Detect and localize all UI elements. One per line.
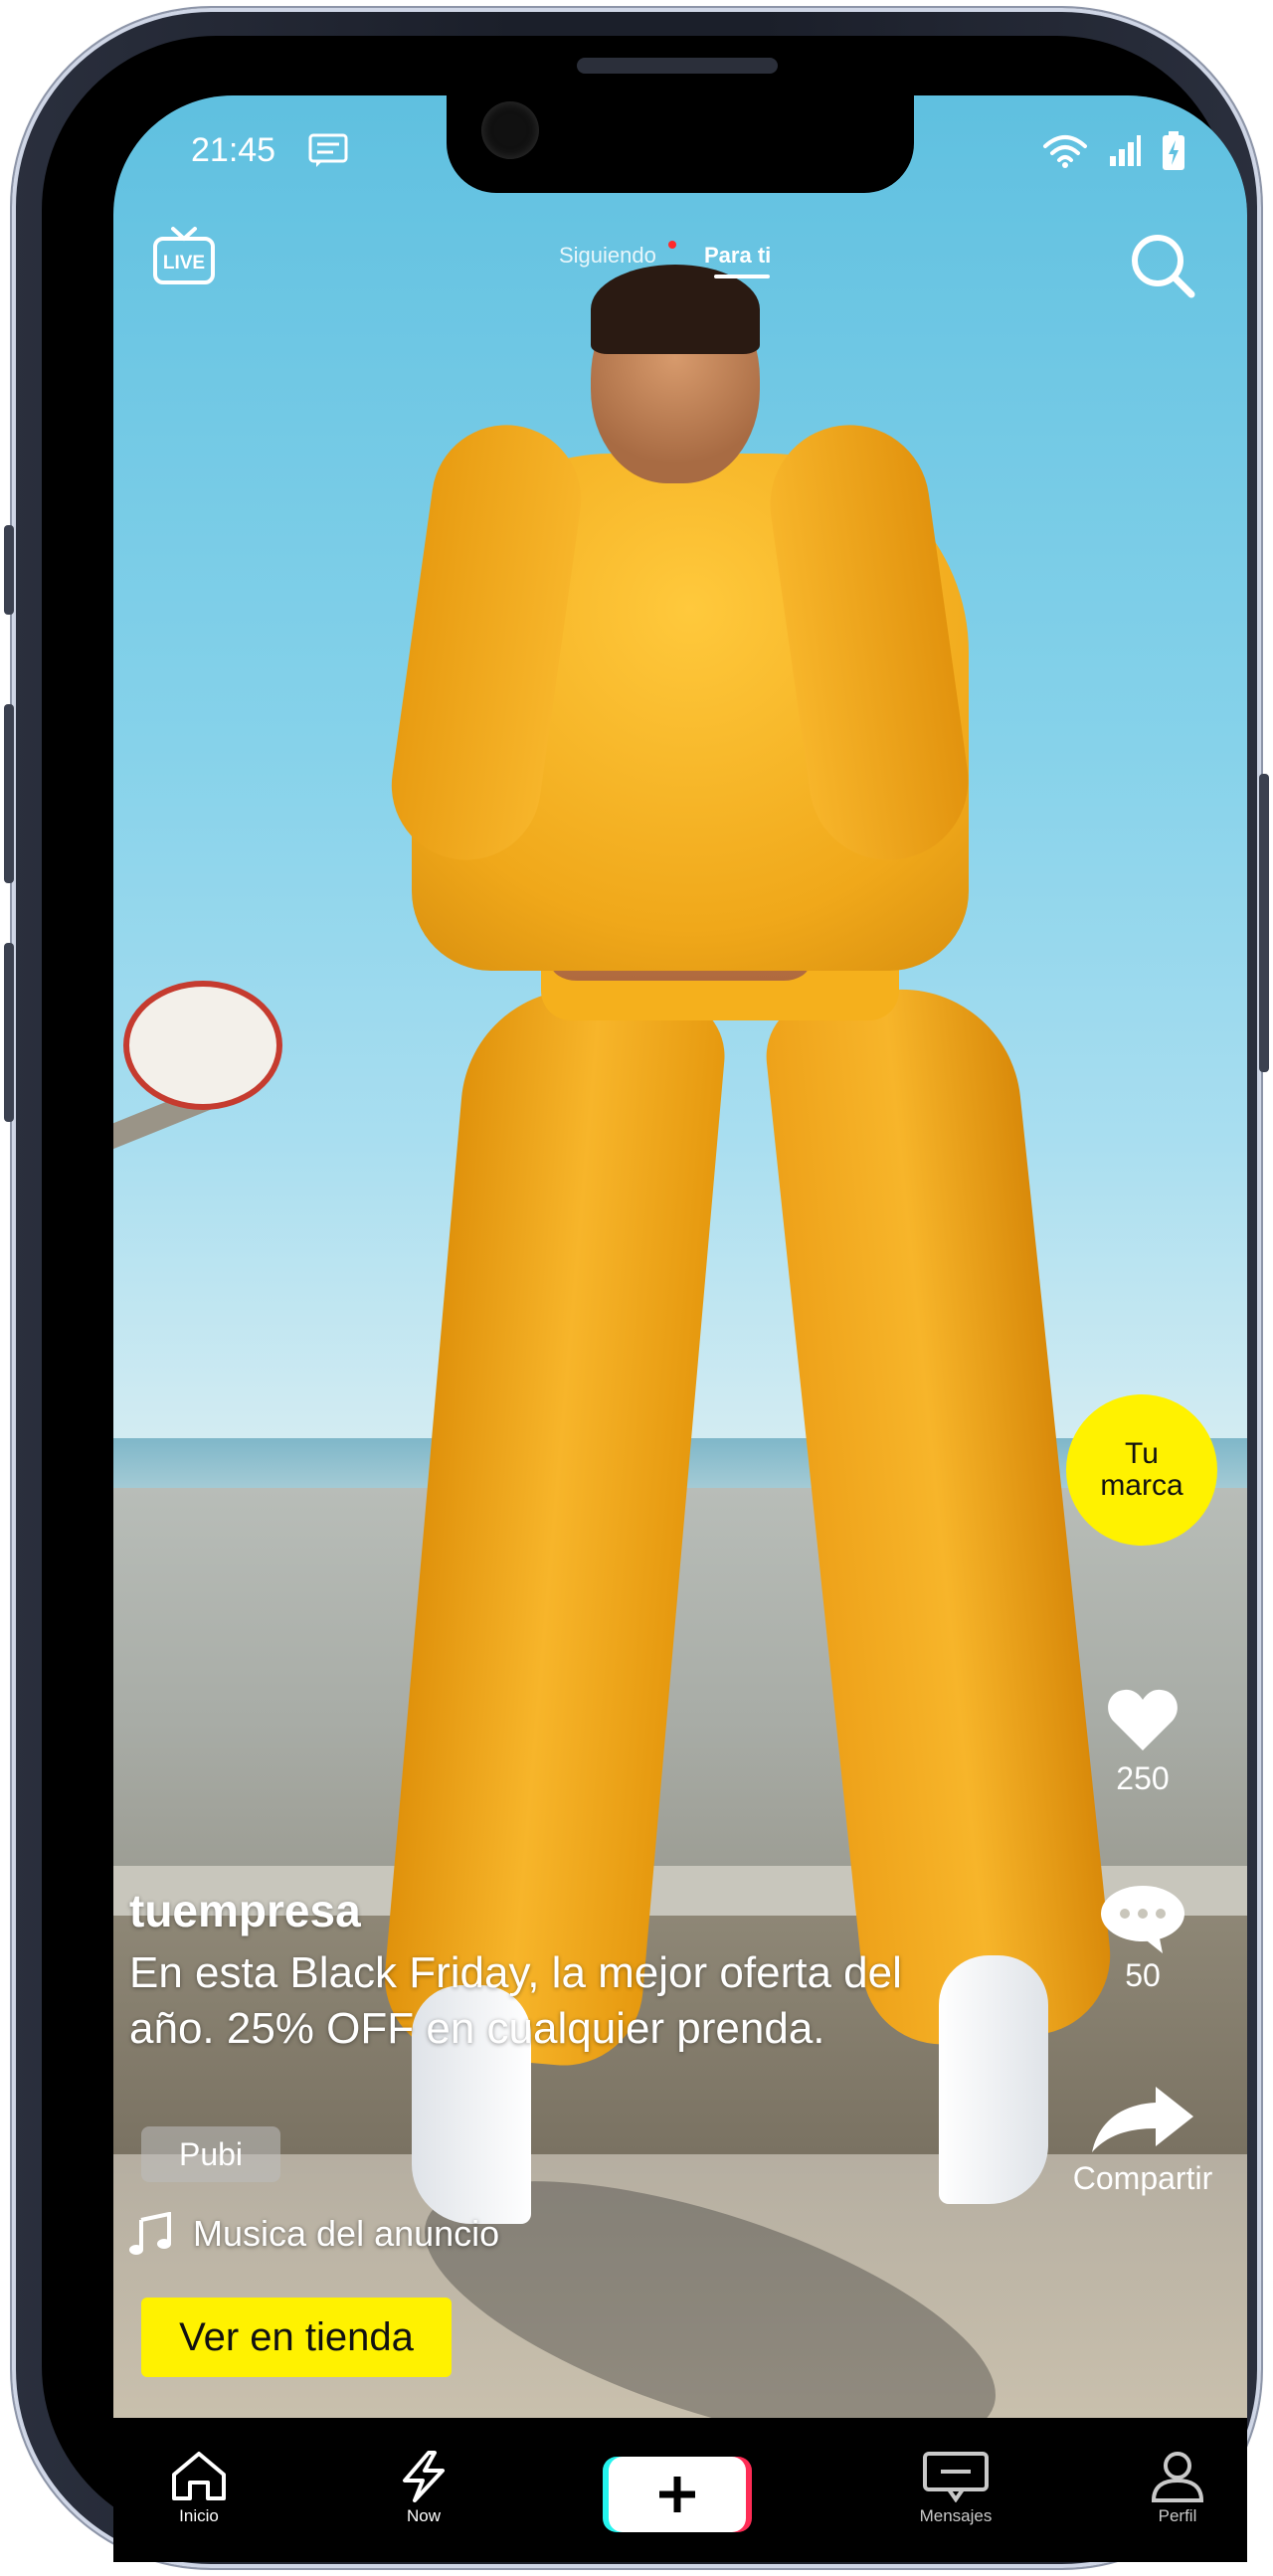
post-username[interactable]: tuempresa xyxy=(129,1884,361,1937)
lightning-icon xyxy=(403,2451,445,2502)
video-feed[interactable] xyxy=(113,95,1247,2418)
active-tab-indicator xyxy=(714,275,770,278)
music-note-icon xyxy=(129,2212,171,2255)
nav-profile-label: Perfil xyxy=(1158,2506,1197,2525)
earpiece-speaker xyxy=(577,58,778,74)
signal-icon xyxy=(1110,135,1141,166)
music-row[interactable]: Musica del anuncio xyxy=(129,2212,499,2256)
brand-avatar-label: Tu marca xyxy=(1100,1437,1183,1502)
nav-profile[interactable]: Perfil xyxy=(1118,2451,1237,2526)
music-title: Musica del anuncio xyxy=(193,2213,500,2254)
ad-tag: Pubi xyxy=(141,2126,280,2182)
like-count: 250 xyxy=(1116,1760,1170,1796)
tab-for-you[interactable]: Para ti xyxy=(704,243,771,269)
create-button[interactable] xyxy=(603,2457,752,2532)
live-tv-icon[interactable]: LIVE xyxy=(151,225,217,290)
power-button xyxy=(1259,774,1269,1072)
nav-messages[interactable]: Mensajes xyxy=(896,2451,1015,2526)
comment-icon xyxy=(1101,1886,1184,1953)
wifi-icon xyxy=(1043,135,1087,168)
volume-down-button xyxy=(4,943,14,1122)
search-icon[interactable] xyxy=(1128,231,1197,300)
nav-now-label: Now xyxy=(406,2506,441,2525)
post-caption: En esta Black Friday, la mejor oferta de… xyxy=(129,1948,902,2053)
basketball-hoop xyxy=(123,981,282,1110)
phone-frame: 21:45 LIVE Siguiendo Para ti Tu marca 25… xyxy=(4,8,1269,2568)
comment-button[interactable]: 50 xyxy=(1093,1884,1192,1994)
like-button[interactable]: 250 xyxy=(1098,1687,1187,1797)
front-camera xyxy=(481,101,539,159)
heart-icon xyxy=(1108,1689,1178,1750)
nav-home-label: Inicio xyxy=(179,2506,219,2525)
battery-charging-icon xyxy=(1163,131,1184,170)
brand-avatar[interactable]: Tu marca xyxy=(1066,1394,1217,1546)
phone-bezel: 21:45 LIVE Siguiendo Para ti Tu marca 25… xyxy=(42,36,1247,2562)
volume-up-button xyxy=(4,704,14,883)
share-icon xyxy=(1092,2087,1193,2152)
comment-count: 50 xyxy=(1125,1957,1161,1993)
app-screen: 21:45 LIVE Siguiendo Para ti Tu marca 25… xyxy=(113,95,1247,2562)
live-label: LIVE xyxy=(163,253,205,274)
notification-dot xyxy=(668,241,676,249)
nav-messages-label: Mensajes xyxy=(919,2506,993,2525)
message-icon xyxy=(923,2452,989,2502)
status-time: 21:45 xyxy=(191,131,276,169)
home-icon xyxy=(172,2452,226,2500)
nav-home[interactable]: Inicio xyxy=(139,2451,259,2526)
share-label: Compartir xyxy=(1072,2160,1213,2196)
nav-now[interactable]: Now xyxy=(364,2451,483,2526)
tab-following[interactable]: Siguiendo xyxy=(559,243,656,269)
share-button[interactable]: Compartir xyxy=(1043,2085,1242,2197)
message-icon xyxy=(308,133,348,167)
user-icon xyxy=(1151,2452,1204,2502)
shop-button[interactable]: Ver en tienda xyxy=(141,2298,452,2377)
mute-switch xyxy=(4,525,14,615)
status-icons xyxy=(1042,131,1185,171)
plus-icon xyxy=(603,2457,752,2532)
